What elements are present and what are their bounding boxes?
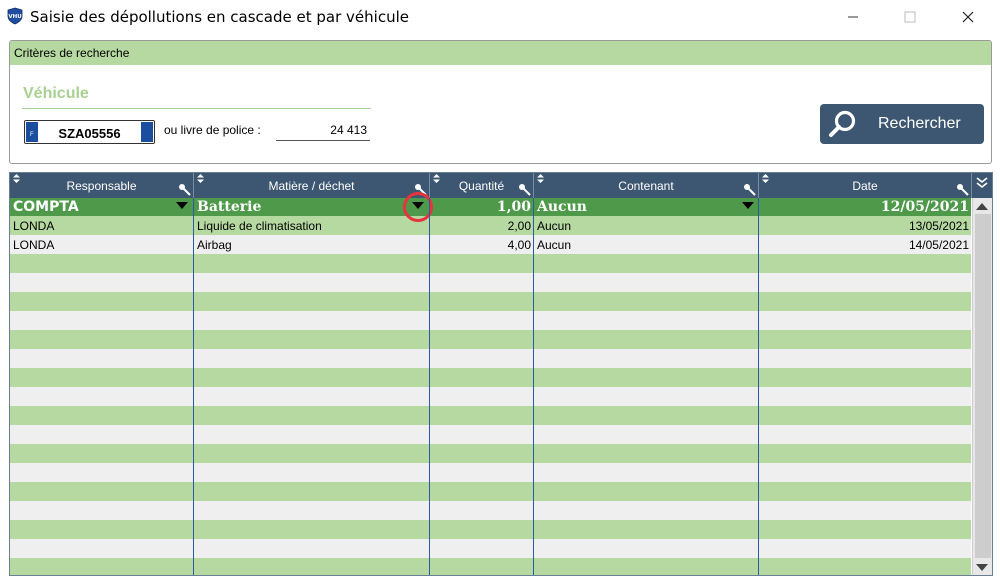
table-row-empty[interactable] — [10, 387, 971, 406]
column-header-matiere[interactable]: Matière / déchet — [194, 173, 430, 198]
expand-columns-icon[interactable] — [976, 177, 988, 189]
cell-contenant[interactable]: Aucun — [534, 198, 759, 217]
close-icon — [962, 11, 974, 23]
license-plate-field[interactable]: F SZA05556 — [24, 120, 155, 144]
column-divider — [193, 198, 194, 575]
dropdown-arrow-icon[interactable] — [176, 202, 188, 209]
vertical-scrollbar[interactable] — [972, 198, 992, 575]
table-row-empty[interactable] — [10, 482, 971, 501]
svg-text:VHU: VHU — [8, 14, 21, 20]
minimize-button[interactable] — [830, 0, 876, 34]
cell-quantite: 2,00 — [507, 219, 531, 233]
column-label: Contenant — [618, 179, 674, 193]
search-criteria-panel: Critères de recherche Véhicule F SZA0555… — [9, 40, 992, 164]
column-divider — [429, 198, 430, 575]
cell-matiere: Liquide de climatisation — [197, 219, 322, 233]
cell-matiere[interactable]: Batterie — [194, 198, 430, 217]
plate-country: F — [30, 132, 34, 138]
table-row-empty[interactable] — [10, 539, 971, 558]
table-row-empty[interactable] — [10, 311, 971, 330]
table-row-empty[interactable] — [10, 520, 971, 539]
cell-responsable: LONDA — [13, 219, 55, 233]
title-bar: VHU Saisie des dépollutions en cascade e… — [0, 0, 1000, 34]
depollution-grid: Responsable Matière / déchet Quantité Co… — [9, 172, 993, 576]
filter-key-icon[interactable] — [178, 183, 191, 196]
column-header-responsable[interactable]: Responsable — [10, 173, 194, 198]
column-header-contenant[interactable]: Contenant — [534, 173, 759, 198]
section-divider — [22, 108, 371, 109]
column-divider — [533, 198, 534, 575]
empty-rows — [10, 254, 971, 575]
table-row-empty[interactable] — [10, 330, 971, 349]
search-icon — [829, 110, 856, 137]
table-row-empty[interactable] — [10, 444, 971, 463]
cell-responsable: LONDA — [13, 238, 55, 252]
close-button[interactable] — [945, 0, 991, 34]
table-row-empty[interactable] — [10, 349, 971, 368]
dropdown-arrow-icon[interactable] — [742, 202, 754, 209]
table-row-empty[interactable] — [10, 292, 971, 311]
cell-quantite[interactable]: 1,00 — [430, 198, 534, 217]
plate-eu-band: F — [26, 122, 38, 142]
vehicle-section-title: Véhicule — [23, 85, 89, 102]
scroll-thumb[interactable] — [975, 214, 991, 558]
table-row-empty[interactable] — [10, 273, 971, 292]
cell-date: 13/05/2021 — [908, 219, 969, 233]
table-row-empty[interactable] — [10, 425, 971, 444]
scroll-up-icon[interactable] — [976, 203, 988, 210]
plate-region-band — [141, 122, 153, 142]
scroll-down-icon[interactable] — [976, 564, 988, 571]
filter-key-icon[interactable] — [956, 183, 969, 196]
cell-responsable[interactable]: COMPTA — [10, 198, 194, 217]
cell-contenant: Aucun — [537, 238, 572, 252]
minimize-icon — [848, 16, 858, 18]
table-row-empty[interactable] — [10, 254, 971, 273]
column-header-quantite[interactable]: Quantité — [430, 173, 534, 198]
panel-title: Critères de recherche — [14, 46, 130, 60]
filter-key-icon[interactable] — [518, 183, 531, 196]
plate-number: SZA05556 — [58, 126, 121, 141]
window-title: Saisie des dépollutions en cascade et pa… — [30, 8, 409, 26]
vhu-shield-icon: VHU — [7, 7, 23, 25]
table-row[interactable]: LONDA Airbag 4,00 Aucun 14/05/2021 — [10, 235, 971, 254]
grid-header: Responsable Matière / déchet Quantité Co… — [10, 173, 992, 198]
column-header-date[interactable]: Date — [759, 173, 972, 198]
table-row-empty[interactable] — [10, 406, 971, 425]
table-row[interactable]: LONDA Liquide de climatisation 2,00 Aucu… — [10, 216, 971, 235]
column-label: Matière / déchet — [268, 179, 355, 193]
table-row-empty[interactable] — [10, 463, 971, 482]
column-label: Date — [852, 179, 878, 193]
table-row-empty[interactable] — [10, 368, 971, 387]
police-book-label: ou livre de police : — [164, 123, 261, 137]
cell-date[interactable]: 12/05/2021 — [759, 198, 972, 217]
table-row-empty[interactable] — [10, 501, 971, 520]
search-button[interactable]: Rechercher — [820, 104, 984, 144]
maximize-button[interactable] — [887, 0, 933, 34]
search-button-label: Rechercher — [878, 115, 961, 132]
table-row-empty[interactable] — [10, 558, 971, 575]
maximize-icon — [904, 11, 916, 23]
cell-quantite: 4,00 — [507, 238, 531, 252]
column-divider — [758, 198, 759, 575]
grid-rows: COMPTA Batterie 1,00 Aucun 12/05/2021 LO… — [10, 198, 971, 575]
column-label: Responsable — [66, 179, 137, 193]
cell-date: 14/05/2021 — [908, 238, 969, 252]
filter-key-icon[interactable] — [743, 183, 756, 196]
cell-contenant: Aucun — [537, 219, 572, 233]
police-book-input[interactable]: 24 413 — [276, 121, 370, 141]
cell-matiere: Airbag — [197, 238, 232, 252]
table-row-current[interactable]: COMPTA Batterie 1,00 Aucun 12/05/2021 — [10, 198, 971, 216]
panel-header: Critères de recherche — [10, 41, 991, 65]
